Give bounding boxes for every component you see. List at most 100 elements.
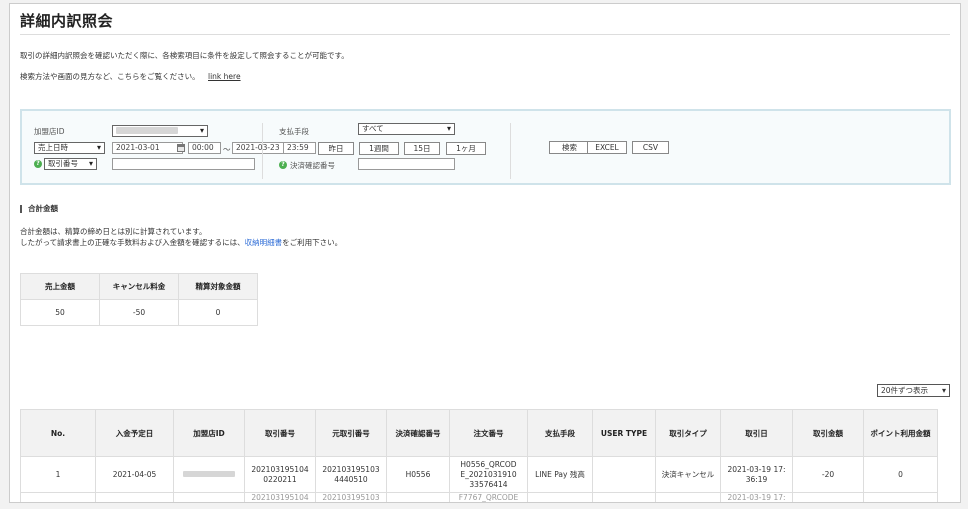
cell-points-used: 0 [863, 456, 938, 493]
cell-txn-type: 決済キャンセル [655, 456, 721, 493]
one-week-button[interactable]: 1週間 [359, 142, 399, 155]
help-text: 検索方法や画面の見方など、こちらをご覧ください。 [20, 72, 200, 81]
merchant-id-select[interactable]: ▾ [112, 125, 208, 137]
col-original-txn-number: 元取引番号 [315, 409, 387, 457]
col-confirm-number: 決済確認番号 [386, 409, 450, 457]
totals-table: 売上金額 キャンセル料金 精算対象金額 50 -50 0 [20, 273, 258, 326]
cell-order-number: H0556_QRCOD E_2021031910 33576414 [449, 456, 528, 493]
cell-txn-type [655, 492, 721, 502]
confirm-number-input[interactable] [358, 158, 455, 170]
cell-txn-number: 202103195104 [244, 492, 316, 502]
col-points-used: ポイント利用金額 [863, 409, 938, 457]
cell-deposit-date [95, 492, 174, 502]
col-order-number: 注文番号 [449, 409, 528, 457]
totals-note-tail: をご利用下さい。 [282, 238, 343, 247]
cell-txn-date: 2021-03-19 17: 36:19 [720, 456, 793, 493]
date-to-value: 2021-03-23 [236, 143, 280, 152]
col-no: No. [20, 409, 96, 457]
txn-number-input[interactable] [112, 158, 255, 170]
sales-amount-header: 売上金額 [20, 273, 100, 300]
totals-note-2: したがって請求書上の正確な手数料および入金額を確認するには、収納明細書をご利用下… [20, 237, 342, 248]
col-txn-type: 取引タイプ [655, 409, 721, 457]
search-button[interactable]: 検索 [549, 141, 590, 154]
page-title: 詳細内訳照会 [20, 12, 114, 30]
time-to-value: 23:59 [287, 143, 309, 152]
date-type-select[interactable]: 売上日時 ▾ [34, 142, 105, 154]
totals-heading: 合計金額 [20, 205, 58, 213]
time-from-value: 00:00 [192, 143, 214, 152]
order-line-3: 33576414 [469, 479, 508, 489]
receipt-statement-link[interactable]: 収納明細書 [245, 238, 283, 247]
order-line-2: E_2021031910 [460, 469, 517, 479]
time-from-input[interactable]: 00:00 [188, 142, 221, 154]
yesterday-button[interactable]: 昨日 [318, 142, 354, 155]
txn-number-line-1: 202103195104 [251, 464, 309, 474]
totals-note-text: したがって請求書上の正確な手数料および入金額を確認するには、 [20, 238, 245, 247]
page-size-value: 20件ずつ表示 [881, 386, 929, 395]
help-line: 検索方法や画面の見方など、こちらをご覧ください。 link here [20, 71, 241, 82]
cell-original-txn-number: 202103195103 [315, 492, 387, 502]
cell-deposit-date: 2021-04-05 [95, 456, 174, 493]
divider [510, 123, 511, 179]
cell-points-used [863, 492, 938, 502]
date-from-value: 2021-03-01 [116, 143, 160, 152]
orig-txn-line-1: 202103195103 [322, 464, 380, 474]
one-month-button[interactable]: 1ヶ月 [446, 142, 486, 155]
cell-merchant-id [173, 456, 245, 493]
help-icon[interactable]: ? [279, 161, 287, 169]
cancel-fee-value: -50 [99, 299, 179, 326]
payment-method-label: 支払手段 [279, 127, 309, 136]
cell-payment-method [527, 492, 593, 502]
date-type-value: 売上日時 [38, 143, 68, 152]
col-user-type: USER TYPE [592, 409, 656, 457]
cell-payment-method: LINE Pay 残高 [527, 456, 593, 493]
cell-confirm-number [386, 492, 450, 502]
txn-date-line-2: 36:19 [745, 474, 768, 484]
csv-button[interactable]: CSV [632, 141, 669, 154]
cell-order-number: F7767_QRCODE [449, 492, 528, 502]
col-deposit-date: 入金予定日 [95, 409, 174, 457]
cell-txn-amount: -20 [792, 456, 864, 493]
merchant-id-masked [183, 470, 235, 477]
cell-user-type [592, 456, 656, 493]
table-row[interactable]: 202103195104 202103195103 F7767_QRCODE 2… [20, 492, 938, 502]
calendar-icon[interactable] [177, 144, 185, 152]
excel-button[interactable]: EXCEL [587, 141, 627, 154]
cell-original-txn-number: 202103195103 4440510 [315, 456, 387, 493]
chevron-down-icon: ▾ [199, 126, 204, 135]
cell-no [20, 492, 96, 502]
help-icon[interactable]: ? [34, 160, 42, 168]
fifteen-days-button[interactable]: 15日 [404, 142, 440, 155]
cell-confirm-number: H0556 [386, 456, 450, 493]
cell-txn-number: 202103195104 0220211 [244, 456, 316, 493]
txn-number-type-select[interactable]: 取引番号 ▾ [44, 158, 97, 170]
txn-number-type-value: 取引番号 [48, 159, 78, 168]
search-panel: 加盟店ID ▾ 売上日時 ▾ 2021-03-01 00:00 ～ 2021-0… [20, 109, 951, 185]
range-dash: ～ [223, 145, 231, 154]
order-line-1: H0556_QRCOD [460, 459, 517, 469]
payment-method-value: すべて [362, 124, 384, 133]
divider [262, 123, 263, 179]
merchant-id-label: 加盟店ID [34, 127, 65, 136]
help-link[interactable]: link here [208, 72, 241, 81]
date-from-input[interactable]: 2021-03-01 [112, 142, 183, 154]
totals-note-1: 合計金額は、精算の締め日とは別に計算されています。 [20, 227, 207, 236]
chevron-down-icon: ▾ [446, 124, 451, 133]
detail-table: No. 入金予定日 加盟店ID 取引番号 元取引番号 決済確認番号 注文番号 支… [20, 409, 938, 502]
payment-method-select[interactable]: すべて ▾ [358, 123, 455, 135]
cell-user-type [592, 492, 656, 502]
col-txn-amount: 取引金額 [792, 409, 864, 457]
settlement-amount-header: 精算対象金額 [178, 273, 258, 300]
page-size-select[interactable]: 20件ずつ表示 ▾ [877, 384, 950, 397]
table-header-row: No. 入金予定日 加盟店ID 取引番号 元取引番号 決済確認番号 注文番号 支… [20, 409, 938, 457]
table-row[interactable]: 1 2021-04-05 202103195104 0220211 2021031… [20, 456, 938, 493]
time-to-input[interactable]: 23:59 [283, 142, 316, 154]
col-txn-number: 取引番号 [244, 409, 316, 457]
cell-no: 1 [20, 456, 96, 493]
txn-date-line-1: 2021-03-19 17: [727, 464, 786, 474]
page-description: 取引の詳細内訳照会を確認いただく際に、各検索項目に条件を設定して照会することが可… [20, 51, 349, 60]
cell-merchant-id [173, 492, 245, 502]
title-divider [20, 34, 950, 35]
confirm-number-label: 決済確認番号 [290, 161, 335, 170]
orig-txn-line-2: 4440510 [334, 474, 368, 484]
